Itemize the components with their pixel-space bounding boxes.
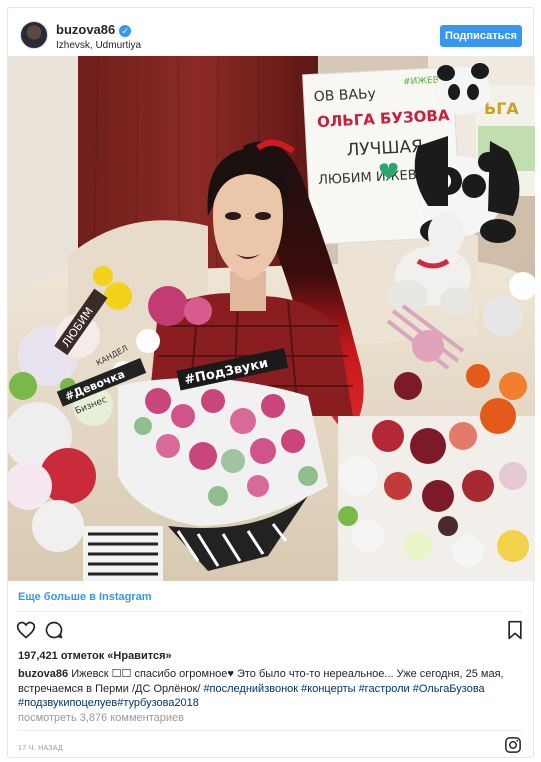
username-link[interactable]: buzova86 ✓ xyxy=(56,22,132,37)
verified-icon: ✓ xyxy=(119,25,132,37)
comment-icon[interactable] xyxy=(44,620,64,640)
post-caption: buzova86 Ижевск ☐☐ спасибо огромное♥ Это… xyxy=(18,667,524,711)
view-comments-link[interactable]: посмотреть 3,876 комментариев xyxy=(18,712,184,724)
follow-button[interactable]: Подписаться xyxy=(440,25,522,47)
sign-line-1: ОВ ВАЬу xyxy=(313,86,376,105)
post-header: buzova86 ✓ Izhevsk, Udmurtiya Подписаться xyxy=(8,8,533,56)
username-text[interactable]: buzova86 xyxy=(56,22,115,37)
caption-username[interactable]: buzova86 xyxy=(18,668,68,680)
instagram-embed-card: buzova86 ✓ Izhevsk, Udmurtiya Подписаться xyxy=(7,7,535,758)
divider xyxy=(18,611,523,612)
right-sign-text: ЬГА xyxy=(484,99,519,118)
divider xyxy=(18,730,523,731)
more-on-instagram-link[interactable]: Еще больше в Instagram xyxy=(18,591,152,603)
action-bar xyxy=(8,620,533,646)
heart-icon[interactable] xyxy=(16,620,36,640)
sign-line-3: ЛУЧШАЯ xyxy=(346,137,423,161)
post-timestamp[interactable]: 17 Ч. НАЗАД xyxy=(18,745,63,752)
instagram-icon[interactable] xyxy=(504,736,522,754)
avatar[interactable] xyxy=(20,21,48,49)
location-link[interactable]: Izhevsk, Udmurtiya xyxy=(56,40,141,51)
likes-count[interactable]: 197,421 отметок «Нравится» xyxy=(18,650,172,662)
bookmark-icon[interactable] xyxy=(505,620,525,640)
post-photo[interactable]: ОВ ВАЬу ОЛЬГА БУЗОВА ЛУЧШАЯ ЛЮБИМ ИЖЕВСК… xyxy=(8,56,535,581)
